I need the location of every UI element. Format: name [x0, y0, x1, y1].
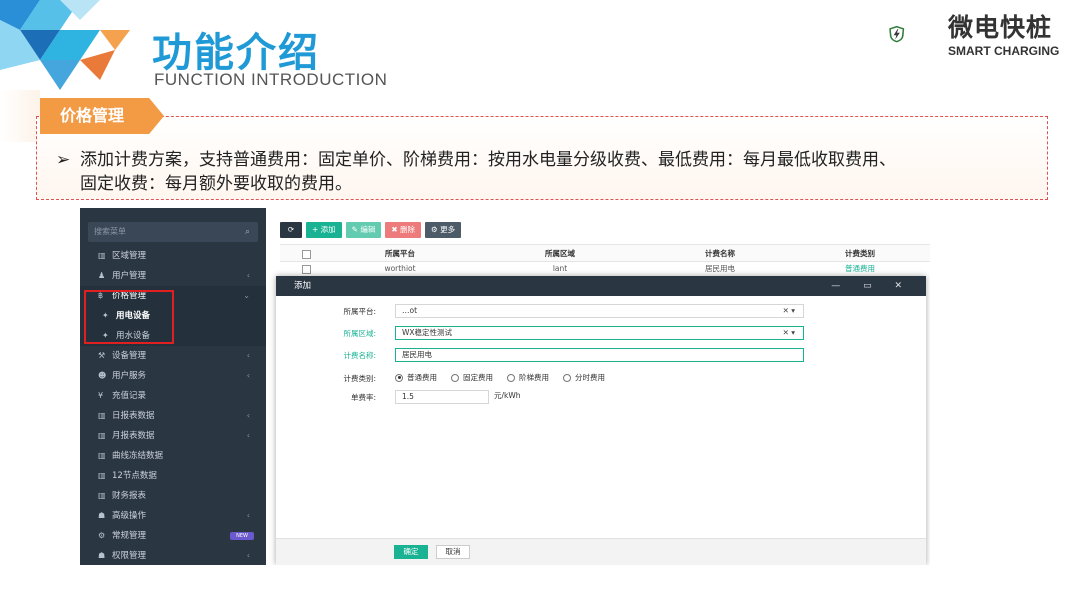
- sidebar-item-12-node[interactable]: ▥ 12节点数据: [80, 466, 266, 486]
- type-label: 计费类别:: [343, 374, 376, 383]
- price-unit: 元/kWh: [494, 391, 521, 400]
- chevron-left-icon: ‹: [246, 271, 250, 280]
- sidebar-search-input[interactable]: 搜索菜单 ⌕: [88, 222, 258, 242]
- chart-icon: ▥: [98, 451, 106, 460]
- sidebar-item-recharge[interactable]: ¥ 充值记录: [80, 386, 266, 406]
- name-label: 计费名称:: [343, 351, 376, 360]
- more-button[interactable]: ⚙ 更多: [425, 222, 462, 238]
- name-input[interactable]: 居民用电: [395, 348, 804, 362]
- sidebar-item-devices[interactable]: ⚒ 设备管理 ‹: [80, 346, 266, 366]
- sidebar-item-monthly-report[interactable]: ▥ 月报表数据 ‹: [80, 426, 266, 446]
- table-header: 所属平台 所属区域 计费名称 计费类别: [280, 244, 930, 262]
- gear-icon: ⚙: [98, 531, 106, 540]
- table-row[interactable]: worthiot lant 居民用电 普通费用: [280, 262, 930, 276]
- clear-dropdown-icon[interactable]: ✕ ▾: [783, 327, 795, 339]
- chevron-left-icon: ‹: [246, 431, 250, 440]
- refresh-button[interactable]: ⟳: [280, 222, 302, 238]
- user-icon: ♟: [98, 271, 106, 280]
- sidebar-item-users[interactable]: ♟ 用户管理 ‹: [80, 266, 266, 286]
- description-line-1: 添加计费方案，支持普通费用：固定单价、阶梯费用：按用水电量分级收费、最低费用：每…: [80, 150, 896, 170]
- advanced-icon: ☗: [98, 511, 106, 520]
- dialog-title: 添加: [294, 281, 312, 291]
- permission-icon: ☗: [98, 551, 106, 560]
- confirm-button[interactable]: 确定: [394, 545, 428, 559]
- chevron-left-icon: ‹: [246, 411, 250, 420]
- cell-area: lant: [552, 264, 568, 273]
- cell-platform: worthiot: [384, 264, 416, 273]
- cell-type[interactable]: 普通费用: [800, 262, 920, 276]
- dialog-footer: 确定 取消: [276, 538, 926, 565]
- section-tag: 价格管理: [40, 98, 164, 134]
- chart-icon: ▥: [98, 411, 106, 420]
- logo-tagline: SMART CHARGING: [948, 44, 1060, 58]
- radio-time-of-use[interactable]: 分时费用: [563, 372, 605, 383]
- search-icon[interactable]: ⌕: [245, 222, 250, 242]
- radio-checked-icon: [395, 373, 403, 382]
- radio-normal[interactable]: 普通费用: [395, 372, 437, 383]
- yen-icon: ¥: [98, 391, 104, 400]
- radio-icon: [507, 373, 515, 382]
- column-header-type[interactable]: 计费类别: [800, 245, 920, 263]
- area-icon: ▥: [98, 251, 106, 260]
- sidebar-item-curve-data[interactable]: ▥ 曲线冻结数据: [80, 446, 266, 466]
- chevron-left-icon: ‹: [246, 551, 250, 560]
- tag-shadow: [0, 90, 40, 142]
- chevron-left-icon: ‹: [246, 351, 250, 360]
- slide: 功能介绍 FUNCTION INTRODUCTION 微电快桩 SMART CH…: [0, 0, 1080, 607]
- radio-fixed[interactable]: 固定费用: [451, 372, 493, 383]
- window-controls[interactable]: — ▭ ✕: [831, 276, 912, 296]
- cell-name: 居民用电: [705, 264, 735, 273]
- new-badge: NEW: [230, 532, 254, 540]
- description-text: ➢ 添加计费方案，支持普通费用：固定单价、阶梯费用：按用水电量分级收费、最低费用：…: [56, 148, 1046, 196]
- delete-button[interactable]: ✖ 删除: [385, 222, 422, 238]
- tools-icon: ⚒: [98, 351, 106, 360]
- dialog-header: 添加 — ▭ ✕: [276, 276, 926, 296]
- radio-tiered[interactable]: 阶梯费用: [507, 372, 549, 383]
- sidebar-item-advanced[interactable]: ☗ 高级操作 ‹: [80, 506, 266, 526]
- toolbar: ⟳ + 添加 ✎ 编辑 ✖ 删除 ⚙ 更多: [280, 222, 462, 238]
- decorative-shapes: [0, 0, 130, 90]
- sidebar-item-finance[interactable]: ▥ 财务报表: [80, 486, 266, 506]
- bullet-arrow-icon: ➢: [56, 150, 71, 170]
- page-subtitle: FUNCTION INTRODUCTION: [154, 70, 388, 89]
- chart-icon: ▥: [98, 491, 106, 500]
- lightning-shield-icon: [889, 25, 905, 43]
- chart-icon: ▥: [98, 431, 106, 440]
- sidebar: 搜索菜单 ⌕ ▥ 区域管理 ♟ 用户管理 ‹ ฿价格管理 ⌄ ✦ 用电设备 ✦ 用水设备 ⚒…: [80, 208, 266, 565]
- cancel-button[interactable]: 取消: [436, 545, 470, 559]
- search-placeholder: 搜索菜单: [94, 227, 126, 236]
- app-screenshot: 搜索菜单 ⌕ ▥ 区域管理 ♟ 用户管理 ‹ ฿价格管理 ⌄ ✦ 用电设备 ✦ 用水设备 ⚒…: [80, 208, 930, 565]
- add-dialog: 添加 — ▭ ✕ 所属平台: …ot ✕ ▾ 所属区域: WX稳定性测试 ✕ ▾…: [276, 276, 926, 565]
- price-input[interactable]: 1.5: [395, 390, 489, 404]
- column-header-platform[interactable]: 所属平台: [340, 245, 460, 263]
- edit-button[interactable]: ✎ 编辑: [345, 222, 382, 238]
- price-label: 单费率:: [350, 393, 376, 402]
- sidebar-item-permissions[interactable]: ☗ 权限管理 ‹: [80, 546, 266, 565]
- chevron-down-icon: ⌄: [243, 291, 250, 300]
- highlight-frame: [84, 290, 174, 344]
- sidebar-item-user-service[interactable]: ☻ 用户服务 ‹: [80, 366, 266, 386]
- type-radio-group: 普通费用 固定费用 阶梯费用 分时费用: [395, 372, 605, 383]
- clear-dropdown-icon[interactable]: ✕ ▾: [783, 305, 795, 317]
- select-all-checkbox[interactable]: [302, 250, 311, 259]
- column-header-area[interactable]: 所属区域: [500, 245, 620, 263]
- add-button[interactable]: + 添加: [306, 222, 342, 238]
- column-header-name[interactable]: 计费名称: [660, 245, 780, 263]
- service-icon: ☻: [98, 371, 107, 380]
- sidebar-item-general[interactable]: ⚙ 常规管理 NEW: [80, 526, 266, 546]
- row-checkbox[interactable]: [302, 265, 311, 274]
- area-select[interactable]: WX稳定性测试 ✕ ▾: [395, 326, 804, 340]
- sidebar-item-daily-report[interactable]: ▥ 日报表数据 ‹: [80, 406, 266, 426]
- chevron-left-icon: ‹: [246, 371, 250, 380]
- sidebar-item-area[interactable]: ▥ 区域管理: [80, 246, 266, 266]
- radio-icon: [563, 373, 571, 382]
- platform-select[interactable]: …ot ✕ ▾: [395, 304, 804, 318]
- chevron-left-icon: ‹: [246, 511, 250, 520]
- logo-name: 微电快桩: [948, 13, 1053, 42]
- platform-label: 所属平台:: [343, 307, 376, 316]
- description-line-2: 固定收费：每月额外要收取的费用。: [80, 174, 352, 194]
- area-label: 所属区域:: [343, 329, 376, 338]
- radio-icon: [451, 373, 459, 382]
- chart-icon: ▥: [98, 471, 106, 480]
